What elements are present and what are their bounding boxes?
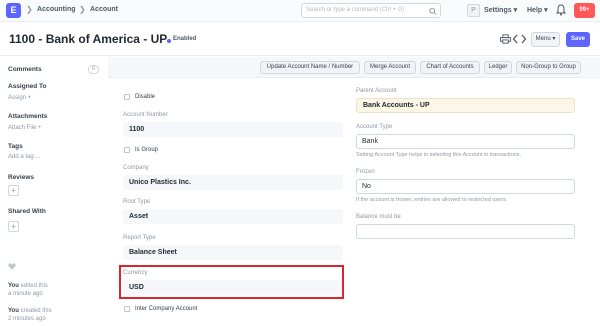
attach-file-link[interactable]: Attach File + [8, 125, 42, 131]
user-avatar[interactable]: P [467, 4, 480, 17]
previous-record-icon[interactable] [512, 34, 519, 44]
chevron-right-icon: ❯ [26, 5, 33, 14]
balance-must-be-label: Balance must be [356, 214, 401, 220]
chart-of-accounts-button[interactable]: Chart of Accounts [420, 61, 480, 74]
non-group-to-group-button[interactable]: Non-Group to Group [516, 61, 581, 74]
caret-down-icon: ▾ [544, 7, 548, 14]
menu-button[interactable]: Menu ▾ [531, 32, 560, 47]
reviews-label: Reviews [8, 174, 35, 181]
search-icon [429, 7, 437, 16]
notifications-badge[interactable]: 99+ [574, 3, 595, 18]
account-type-select[interactable]: Bank [356, 134, 575, 149]
is-group-label: Is Group [135, 147, 159, 153]
activity-user: You [8, 308, 19, 314]
parent-account-label: Parent Account [356, 88, 397, 94]
company-field[interactable]: Unico Plastics Inc. [123, 175, 343, 190]
settings-label: Settings [484, 7, 512, 14]
tags-label: Tags [8, 143, 23, 150]
currency-highlight-box [119, 265, 344, 299]
attachments-label: Attachments [8, 113, 48, 120]
activity-time: 2 minutes ago [8, 316, 46, 322]
app-logo[interactable]: E [6, 3, 21, 18]
comments-count: 0 [88, 65, 99, 74]
report-type-label: Report Type [123, 235, 156, 241]
merge-account-button[interactable]: Merge Account [364, 61, 416, 74]
chevron-right-icon: ❯ [79, 5, 86, 14]
heart-icon[interactable] [8, 263, 16, 270]
comments-label: Comments [8, 66, 42, 73]
company-label: Company [123, 165, 149, 171]
frozen-label: Frozen [356, 169, 375, 175]
form-action-bar: Update Account Name / Number Merge Accou… [108, 57, 600, 77]
breadcrumb-account[interactable]: Account [90, 6, 118, 13]
frozen-select[interactable]: No [356, 179, 575, 194]
status-indicator-dot [167, 39, 171, 43]
add-share-button[interactable]: + [8, 221, 19, 232]
search-input[interactable]: Search or type a command (Ctrl + G) [301, 3, 441, 18]
disable-label: Disable [135, 94, 156, 100]
is-group-checkbox[interactable] [124, 147, 130, 153]
activity-user: You [8, 283, 19, 289]
parent-account-field[interactable]: Bank Accounts - UP [356, 98, 575, 113]
help-menu[interactable]: Help ▾ [527, 6, 548, 14]
account-number-field[interactable]: 1100 [123, 122, 343, 137]
caret-down-icon: ▾ [513, 7, 518, 14]
caret-down-icon: ▾ [552, 36, 556, 42]
activity-item: You created this 2 minutes ago [8, 307, 103, 323]
activity-action: created this [18, 308, 52, 314]
balance-must-be-select[interactable] [356, 224, 575, 239]
add-tag-link[interactable]: Add a tag ... [8, 154, 40, 160]
menu-label: Menu [535, 36, 551, 42]
root-type-field[interactable]: Asset [123, 209, 343, 224]
account-type-help: Setting Account Type helps in selecting … [356, 152, 521, 158]
page-title: 1100 - Bank of America - UP [9, 32, 168, 46]
activity-item: You edited this a minute ago [8, 282, 103, 298]
frozen-help: If the account is frozen, entries are al… [356, 197, 508, 203]
activity-time: a minute ago [8, 291, 43, 297]
account-type-label: Account Type [356, 124, 393, 130]
status-badge: Enabled [173, 36, 197, 42]
print-icon[interactable] [500, 34, 511, 44]
save-button[interactable]: Save [566, 32, 590, 47]
activity-action: edited this [18, 283, 48, 289]
root-type-label: Root Type [123, 199, 151, 205]
settings-menu[interactable]: Settings ▾ [484, 6, 517, 14]
page-header: 1100 - Bank of America - UP Enabled Menu… [0, 23, 600, 56]
update-account-name-button[interactable]: Update Account Name / Number [260, 61, 360, 74]
account-number-label: Account Number [123, 112, 168, 118]
shared-with-label: Shared With [8, 208, 46, 215]
assigned-to-label: Assigned To [8, 83, 47, 90]
help-label: Help [527, 7, 543, 14]
next-record-icon[interactable] [520, 34, 527, 44]
report-type-field[interactable]: Balance Sheet [123, 245, 343, 260]
top-navbar: E ❯ Accounting ❯ Account Search or type … [0, 0, 600, 22]
inter-company-label: Inter Company Account [135, 306, 198, 312]
ledger-button[interactable]: Ledger [484, 61, 512, 74]
add-review-button[interactable]: + [8, 185, 19, 196]
bell-icon[interactable] [556, 4, 566, 16]
disable-checkbox[interactable] [124, 94, 130, 100]
form-sidebar: Comments 0 Assigned To Assign + Attachme… [0, 57, 108, 326]
breadcrumb-accounting[interactable]: Accounting [37, 6, 76, 13]
assign-link[interactable]: Assign + [8, 95, 31, 101]
inter-company-checkbox[interactable] [124, 306, 130, 312]
